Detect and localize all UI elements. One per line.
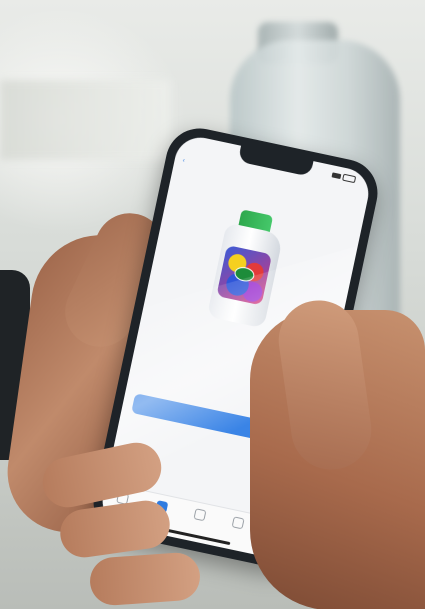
tab-settings[interactable] <box>231 516 245 531</box>
settings-icon <box>231 516 245 530</box>
tab-products[interactable] <box>193 508 207 523</box>
back-button[interactable]: ‹ <box>182 158 187 165</box>
battery-icon <box>342 173 357 183</box>
signal-icon <box>331 171 342 179</box>
chevron-left-icon: ‹ <box>182 157 186 165</box>
product-image <box>201 206 293 330</box>
photo-scene: ‹ <box>0 0 425 609</box>
left-finger-3 <box>88 551 202 607</box>
status-icons <box>331 171 357 183</box>
background-shelf <box>0 80 170 160</box>
box-icon <box>193 508 207 522</box>
